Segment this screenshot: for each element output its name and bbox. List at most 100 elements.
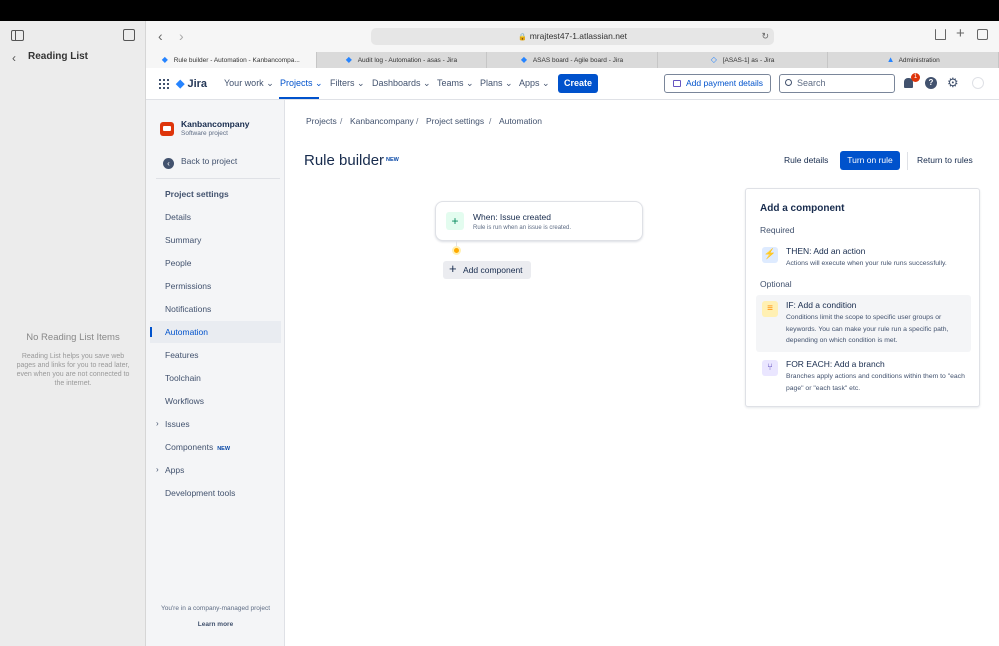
breadcrumb-project[interactable]: Kanbancompany — [350, 116, 414, 126]
tab-overview-icon[interactable] — [123, 29, 135, 41]
add-payment-button[interactable]: Add payment details — [664, 74, 771, 93]
new-lozenge: NEW — [217, 446, 231, 452]
credit-card-icon — [673, 80, 681, 87]
sidebar-item-notifications[interactable]: Notifications — [150, 298, 281, 320]
sidebar-item-development-tools[interactable]: Development tools — [150, 482, 281, 504]
nav-projects[interactable]: Projects ⌄ — [280, 78, 323, 89]
component-then-action[interactable]: ⚡ THEN: Add an action Actions will execu… — [756, 241, 971, 275]
sidebar-item-automation[interactable]: Automation — [150, 321, 281, 343]
breadcrumb-automation[interactable]: Automation — [499, 116, 542, 126]
jira-favicon-icon: ◆ — [345, 55, 352, 64]
back-arrow-icon[interactable]: ‹ — [158, 28, 163, 44]
sidebar-footer-text: You're in a company-managed project — [160, 605, 271, 612]
nav-filters[interactable]: Filters ⌄ — [330, 78, 365, 89]
tab-label: Rule builder - Automation - Kanbancompa.… — [173, 56, 300, 64]
browser-toolbar: ‹ › 🔒 mrajtest47-1.atlassian.net ↻ + — [146, 21, 999, 52]
nav-plans[interactable]: Plans ⌄ — [480, 78, 513, 89]
browser-tab[interactable]: ◆ Rule builder - Automation - Kanbancompa… — [146, 52, 317, 68]
component-title: IF: Add a condition — [786, 300, 857, 310]
sidebar-item-workflows[interactable]: Workflows — [150, 390, 281, 412]
component-if-condition[interactable]: ≡ IF: Add a condition Conditions limit t… — [756, 295, 971, 352]
lightning-icon: ⚡ — [762, 247, 778, 263]
nav-apps[interactable]: Apps ⌄ — [519, 78, 550, 89]
divider — [156, 178, 280, 179]
url-text: mrajtest47-1.atlassian.net — [529, 31, 628, 41]
component-for-each-branch[interactable]: ⑂ FOR EACH: Add a branch Branches apply … — [756, 354, 971, 399]
browser-tab[interactable]: ◇ [ASAS-1] as - Jira — [658, 52, 829, 68]
sidebar-item-details[interactable]: Details — [150, 206, 281, 228]
jira-logo[interactable]: ◆ Jira — [176, 77, 207, 90]
sidebar-item-components[interactable]: Components NEW — [150, 436, 281, 458]
jira-favicon-icon: ◇ — [710, 55, 717, 64]
plus-icon: + — [449, 261, 457, 276]
browser-tabs: ◆ Rule builder - Automation - Kanbancompa… — [146, 52, 999, 68]
branch-icon: ⑂ — [762, 360, 778, 376]
browser-tab[interactable]: ▲ Administration — [828, 52, 999, 68]
sidebar-item-features[interactable]: Features — [150, 344, 281, 366]
reading-list-title: Reading List — [28, 51, 89, 62]
project-type: Software project — [181, 130, 228, 137]
tab-label: ASAS board - Agile board - Jira — [532, 56, 624, 64]
jira-top-nav: ◆ Jira Your work ⌄ Projects ⌄ Filters ⌄ D… — [146, 68, 999, 100]
jira-favicon-icon: ◆ — [520, 55, 527, 64]
turn-on-rule-button[interactable]: Turn on rule — [840, 151, 900, 170]
browser-tab[interactable]: ◆ Audit log - Automation - asas - Jira — [317, 52, 488, 68]
nav-your-work[interactable]: Your work ⌄ — [224, 78, 274, 89]
component-desc: Branches apply actions and conditions wi… — [786, 373, 965, 392]
tab-label: Administration — [898, 56, 940, 64]
app-switcher-icon[interactable] — [159, 79, 169, 89]
filter-icon: ≡ — [762, 301, 778, 317]
nav-active-indicator — [279, 97, 319, 99]
reading-list-empty-title: No Reading List Items — [26, 332, 120, 343]
forward-arrow-icon[interactable]: › — [179, 28, 184, 44]
tab-label: [ASAS-1] as - Jira — [722, 56, 775, 64]
return-to-rules-button[interactable]: Return to rules — [917, 155, 973, 165]
component-title: FOR EACH: Add a branch — [786, 359, 885, 369]
learn-more-link[interactable]: Learn more — [146, 621, 285, 628]
optional-label: Optional — [760, 279, 792, 289]
add-component-button[interactable]: + Add component — [443, 261, 531, 279]
component-title: THEN: Add an action — [786, 246, 866, 256]
main-content: Projects / Kanbancompany / Project setti… — [285, 100, 999, 646]
help-icon[interactable]: ? — [925, 77, 937, 89]
sidebar-item-toolchain[interactable]: Toolchain — [150, 367, 281, 389]
back-to-project-link[interactable]: ‹ Back to project — [163, 156, 237, 169]
sidebar-item-apps[interactable]: › Apps — [150, 459, 281, 481]
avatar[interactable] — [972, 77, 984, 89]
address-bar[interactable]: 🔒 mrajtest47-1.atlassian.net ↻ — [371, 28, 774, 45]
settings-gear-icon[interactable]: ⚙ — [947, 75, 959, 91]
jira-favicon-icon: ◆ — [161, 55, 168, 64]
chevron-right-icon: › — [156, 419, 159, 428]
search-input[interactable]: Search — [779, 74, 895, 93]
divider — [907, 152, 908, 170]
tab-label: Audit log - Automation - asas - Jira — [357, 56, 458, 64]
search-icon — [785, 79, 792, 86]
new-lozenge: NEW — [386, 157, 399, 163]
browser-tab[interactable]: ◆ ASAS board - Agile board - Jira — [487, 52, 658, 68]
sidebar-item-people[interactable]: People — [150, 252, 281, 274]
new-tab-icon[interactable]: + — [956, 25, 965, 42]
breadcrumb-project-settings[interactable]: Project settings — [426, 116, 484, 126]
breadcrumb-projects[interactable]: Projects — [306, 116, 337, 126]
sidebar-item-issues[interactable]: › Issues — [150, 413, 281, 435]
connector-dot — [452, 246, 461, 255]
breadcrumb-separator: / — [340, 116, 343, 126]
nav-dashboards[interactable]: Dashboards ⌄ — [372, 78, 431, 89]
create-button[interactable]: Create — [558, 74, 598, 93]
sidebar-heading: Project settings — [165, 189, 229, 199]
trigger-card[interactable]: + When: Issue created Rule is run when a… — [435, 201, 643, 241]
rule-details-button[interactable]: Rule details — [784, 155, 828, 165]
component-desc: Conditions limit the scope to specific u… — [786, 314, 949, 344]
tab-overview-icon[interactable] — [977, 29, 988, 40]
chevron-left-icon[interactable]: ‹ — [12, 51, 16, 65]
add-component-panel: Add a component Required ⚡ THEN: Add an … — [745, 188, 980, 407]
jira-logo-text: Jira — [187, 78, 208, 90]
sidebar-item-permissions[interactable]: Permissions — [150, 275, 281, 297]
nav-teams[interactable]: Teams ⌄ — [437, 78, 474, 89]
share-icon[interactable] — [935, 29, 946, 40]
reload-icon[interactable]: ↻ — [761, 28, 769, 45]
trigger-subtitle: Rule is run when an issue is created. — [473, 225, 572, 231]
sidebar-toggle-icon[interactable] — [11, 30, 24, 41]
sidebar-item-summary[interactable]: Summary — [150, 229, 281, 251]
atlassian-favicon-icon: ▲ — [886, 55, 895, 64]
